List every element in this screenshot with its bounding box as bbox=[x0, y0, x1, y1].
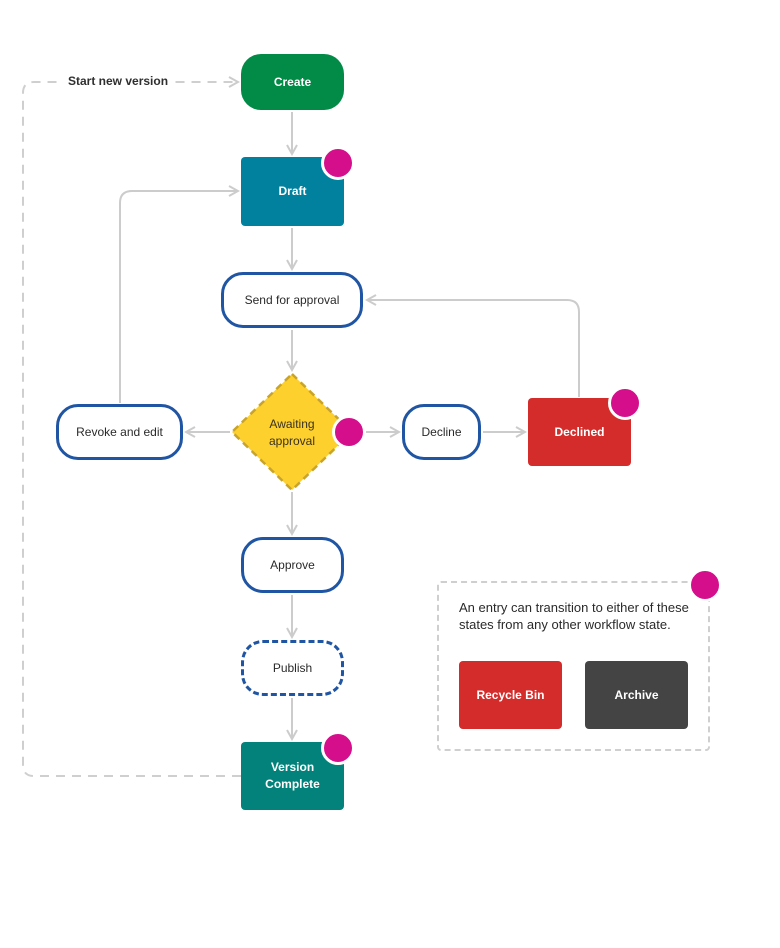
awaiting-marker-dot bbox=[332, 415, 366, 449]
global-states-box: An entry can transition to either of the… bbox=[437, 581, 710, 751]
arrow-declined-send bbox=[367, 300, 580, 397]
revoke-and-edit-node[interactable]: Revoke and edit bbox=[56, 404, 183, 460]
global-states-description: An entry can transition to either of the… bbox=[459, 600, 689, 632]
awaiting-approval-label[interactable]: Awaiting approval bbox=[252, 416, 332, 450]
send-for-approval-node[interactable]: Send for approval bbox=[221, 272, 363, 328]
decline-node[interactable]: Decline bbox=[402, 404, 481, 460]
draft-marker-dot bbox=[321, 146, 355, 180]
declined-marker-dot bbox=[608, 386, 642, 420]
create-node[interactable]: Create bbox=[241, 54, 344, 110]
connectors bbox=[22, 0, 580, 777]
recycle-bin-node[interactable]: Recycle Bin bbox=[459, 661, 562, 729]
publish-node[interactable]: Publish bbox=[241, 640, 344, 696]
archive-node[interactable]: Archive bbox=[585, 661, 688, 729]
global-states-marker-dot bbox=[688, 568, 722, 602]
approve-node[interactable]: Approve bbox=[241, 537, 344, 593]
start-new-version-label: Start new version bbox=[62, 74, 175, 88]
version-complete-marker-dot bbox=[321, 731, 355, 765]
